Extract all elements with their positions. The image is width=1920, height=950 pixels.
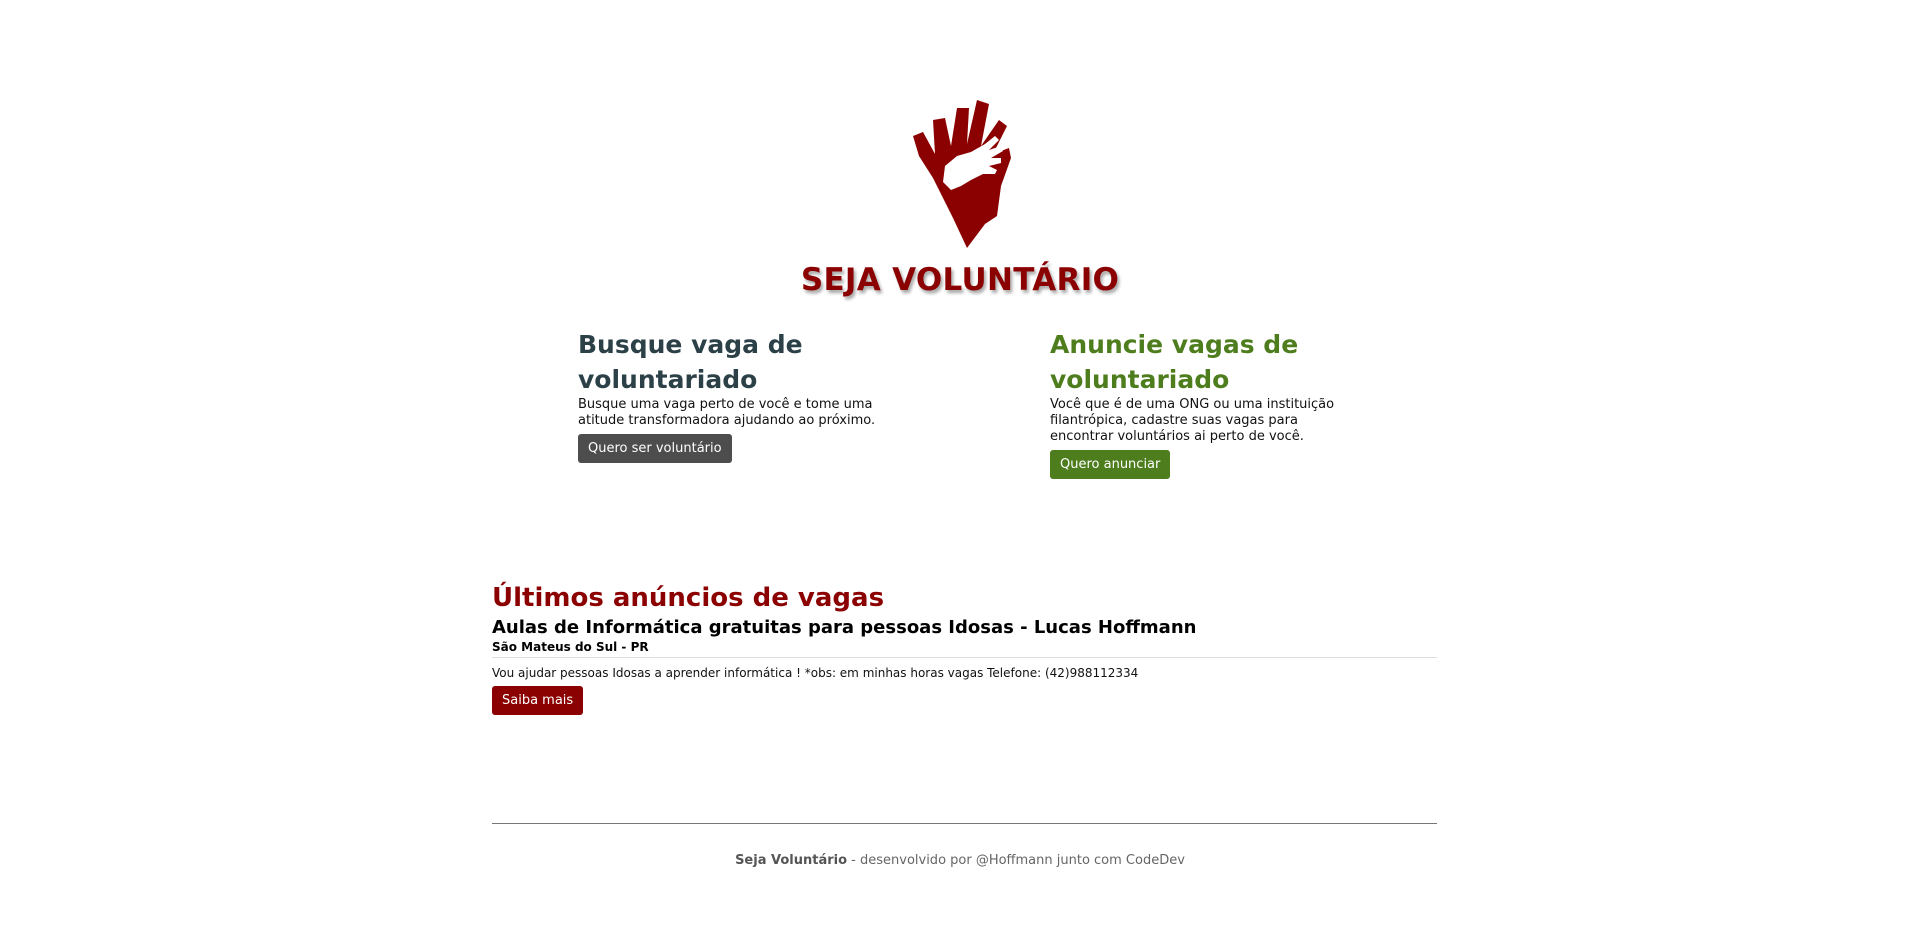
listing-location: São Mateus do Sul - PR bbox=[492, 640, 1437, 658]
advertise-cta: Anuncie vagas de voluntariado Você que é… bbox=[1050, 327, 1350, 479]
listings-heading: Últimos anúncios de vagas bbox=[492, 583, 885, 613]
page: SEJA VOLUNTÁRIO Busque vaga de voluntari… bbox=[0, 0, 1920, 950]
footer-brand: Seja Voluntário bbox=[735, 853, 848, 868]
footer-credits: - desenvolvido por @Hoffmann junto com C… bbox=[847, 853, 1185, 868]
volunteer-cta-text: Busque uma vaga perto de você e tome uma… bbox=[578, 397, 876, 428]
latest-listings: Últimos anúncios de vagas Aulas de Infor… bbox=[492, 580, 1437, 715]
advertise-button[interactable]: Quero anunciar bbox=[1050, 450, 1171, 479]
listing-item: Aulas de Informática gratuitas para pess… bbox=[492, 616, 1437, 715]
learn-more-button[interactable]: Saiba mais bbox=[492, 686, 584, 715]
hands-logo-icon bbox=[913, 100, 1011, 248]
advertise-cta-text: Você que é de uma ONG ou uma instituição… bbox=[1050, 397, 1335, 444]
footer-divider bbox=[492, 823, 1437, 824]
advertise-cta-heading: Anuncie vagas de voluntariado bbox=[1050, 330, 1299, 394]
volunteer-cta: Busque vaga de voluntariado Busque uma v… bbox=[578, 327, 878, 463]
volunteer-cta-heading: Busque vaga de voluntariado bbox=[578, 330, 803, 394]
listing-title: Aulas de Informática gratuitas para pess… bbox=[492, 617, 1197, 638]
volunteer-button[interactable]: Quero ser voluntário bbox=[578, 434, 732, 463]
footer: Seja Voluntário - desenvolvido por @Hoff… bbox=[0, 853, 1920, 868]
listing-description: Vou ajudar pessoas Idosas a aprender inf… bbox=[492, 666, 1139, 680]
site-title: SEJA VOLUNTÁRIO bbox=[800, 262, 1120, 298]
